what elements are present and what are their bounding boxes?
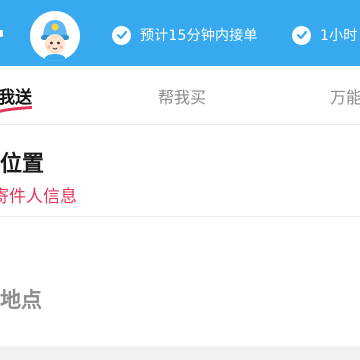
check-icon [292, 25, 311, 45]
check-icon [112, 25, 131, 45]
benefit-delivery-time-text: 1小时 [320, 28, 358, 44]
active-tab-underline [0, 106, 32, 113]
benefit-pickup-time-text: 预计15分钟内接单 [140, 28, 258, 44]
benefit-pickup-time: 预计15分钟内接单 [112, 23, 258, 47]
tab-send[interactable]: 我送 [0, 83, 32, 108]
app-screen: 预计15分钟内接单 1小时 我送 帮我买 万能 位置 寄件人信息 地点 [0, 0, 360, 360]
sender-address-field[interactable]: 位置 寄件人信息 [0, 140, 360, 212]
section-divider [0, 216, 360, 217]
tab-buy-for-me[interactable]: 帮我买 [158, 84, 206, 108]
courier-avatar-icon [30, 11, 80, 61]
service-banner: 预计15分钟内接单 1小时 [0, 0, 360, 66]
sender-info-hint: 寄件人信息 [0, 187, 77, 207]
sender-location-title: 位置 [0, 152, 45, 177]
receiver-address-field[interactable]: 地点 [0, 268, 360, 328]
banner-edge-decoration [0, 30, 3, 37]
tab-omni-service[interactable]: 万能 [330, 84, 360, 108]
benefit-delivery-time: 1小时 [292, 23, 358, 47]
bottom-section-divider [0, 346, 360, 360]
service-tabs: 我送 帮我买 万能 [0, 66, 360, 125]
receiver-location-title: 地点 [0, 288, 42, 312]
